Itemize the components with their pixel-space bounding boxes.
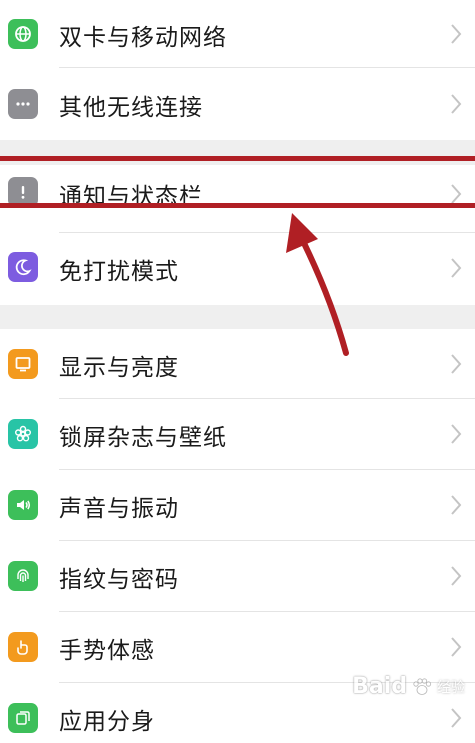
- settings-item-sound-vibration[interactable]: 声音与振动: [0, 470, 475, 541]
- gesture-icon: [8, 632, 38, 662]
- chevron-right-icon: [451, 24, 462, 44]
- settings-group-network: 双卡与移动网络 其他无线连接: [0, 0, 475, 140]
- settings-item-display-brightness[interactable]: 显示与亮度: [0, 329, 475, 399]
- settings-list: 双卡与移动网络 其他无线连接 通知与状态栏 免打扰模式 显示与亮度 锁屏杂志与壁…: [0, 0, 475, 743]
- settings-item-do-not-disturb[interactable]: 免打扰模式: [0, 233, 475, 305]
- settings-item-label: 声音与振动: [59, 496, 179, 522]
- speaker-icon: [8, 490, 38, 520]
- moon-icon: [8, 252, 38, 282]
- settings-item-label: 显示与亮度: [59, 355, 179, 381]
- settings-item-label: 手势体感: [59, 638, 155, 664]
- paw-icon: [413, 677, 432, 695]
- chevron-right-icon: [451, 258, 462, 278]
- app-clone-icon: [8, 703, 38, 733]
- chevron-right-icon: [451, 94, 462, 114]
- watermark: Baid 经验: [352, 674, 465, 699]
- settings-item-label: 其他无线连接: [59, 95, 203, 121]
- watermark-text: Baid: [352, 674, 407, 699]
- highlight-box: [0, 156, 475, 208]
- globe-icon: [8, 19, 38, 49]
- annotation-arrow: [286, 213, 349, 356]
- chevron-right-icon: [451, 708, 462, 728]
- chevron-right-icon: [451, 495, 462, 515]
- settings-item-label: 指纹与密码: [59, 567, 179, 593]
- settings-item-label: 锁屏杂志与壁纸: [59, 425, 227, 451]
- settings-item-label: 免打扰模式: [59, 259, 179, 285]
- display-icon: [8, 349, 38, 379]
- flower-icon: [8, 419, 38, 449]
- settings-item-lockscreen-wallpaper[interactable]: 锁屏杂志与壁纸: [0, 399, 475, 470]
- chevron-right-icon: [451, 354, 462, 374]
- more-dots-icon: [8, 89, 38, 119]
- section-gap: [0, 305, 475, 329]
- settings-item-label: 双卡与移动网络: [59, 25, 227, 51]
- chevron-right-icon: [451, 566, 462, 586]
- chevron-right-icon: [451, 424, 462, 444]
- settings-item-gestures[interactable]: 手势体感: [0, 612, 475, 683]
- settings-item-other-wireless[interactable]: 其他无线连接: [0, 68, 475, 140]
- watermark-sub: 经验: [437, 679, 465, 696]
- fingerprint-icon: [8, 561, 38, 591]
- settings-item-fingerprint-password[interactable]: 指纹与密码: [0, 541, 475, 612]
- chevron-right-icon: [451, 637, 462, 657]
- settings-item-dual-sim[interactable]: 双卡与移动网络: [0, 0, 475, 68]
- settings-item-label: 应用分身: [59, 709, 155, 735]
